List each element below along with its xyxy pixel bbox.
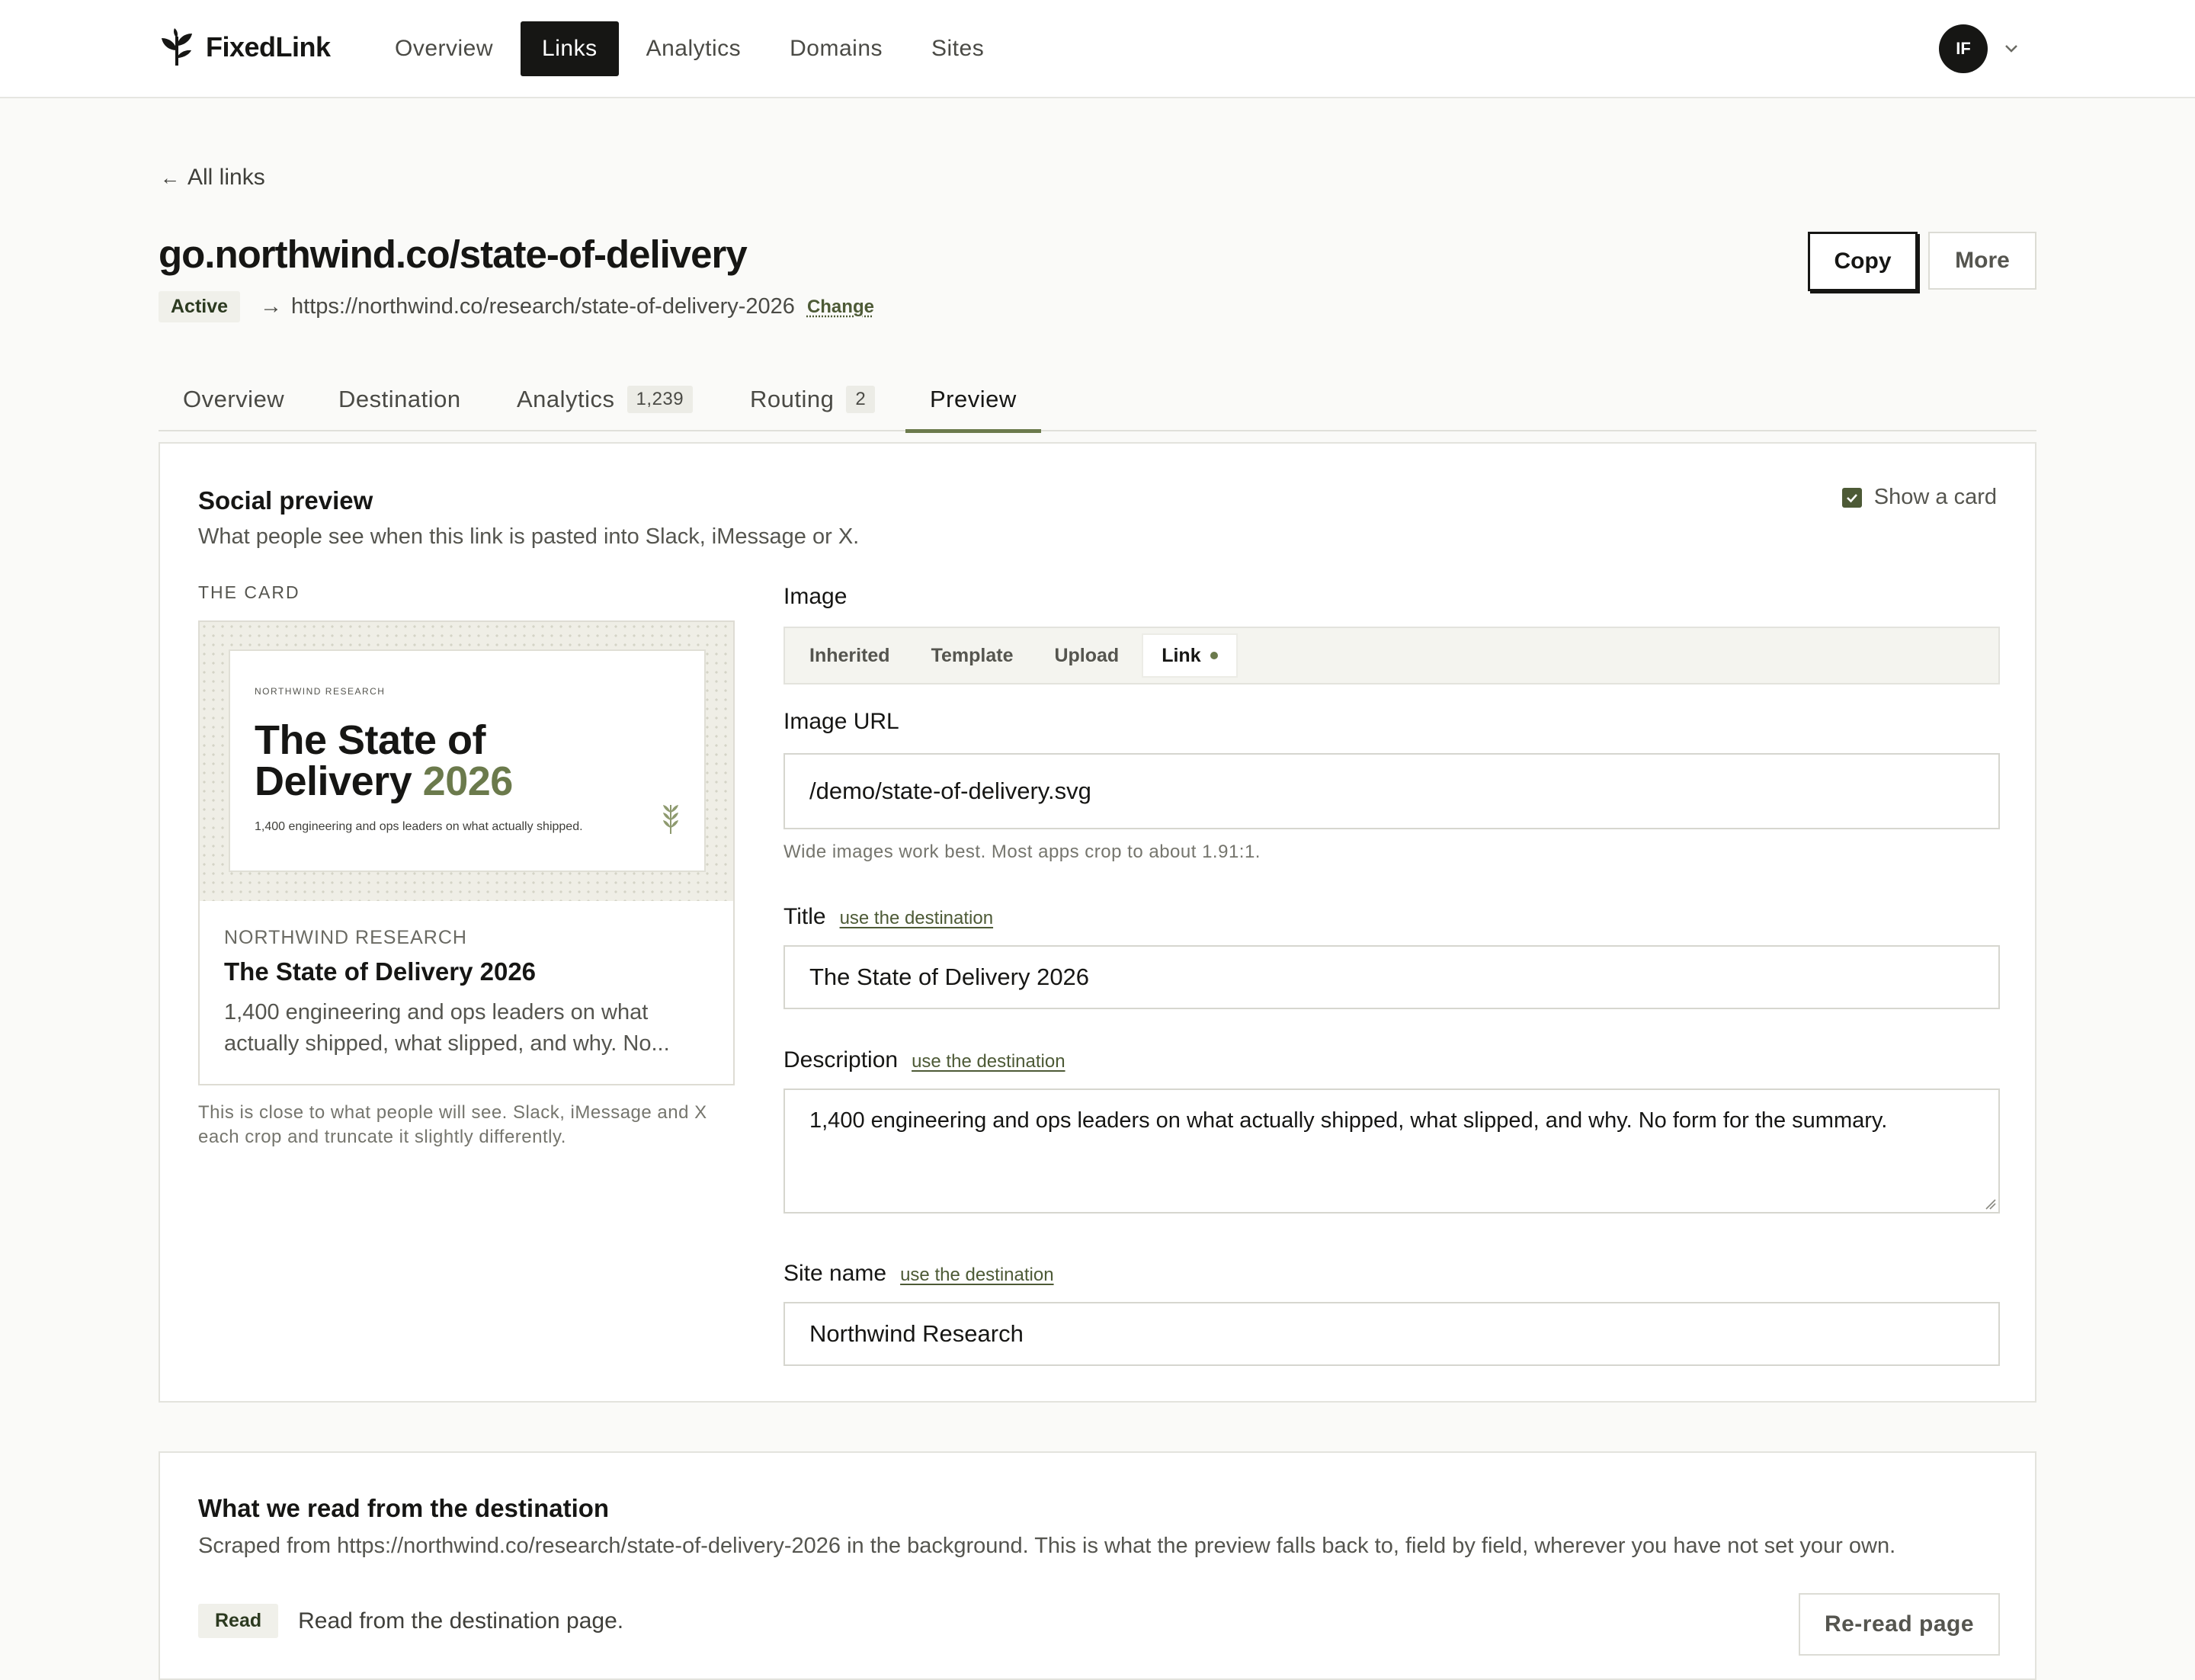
arrow-left-icon: ←: [160, 166, 180, 190]
description-textarea[interactable]: 1,400 engineering and ops leaders on wha…: [783, 1088, 2000, 1214]
image-source-inherited[interactable]: Inherited: [791, 633, 908, 678]
destination-url: https://northwind.co/research/state-of-d…: [291, 294, 795, 319]
copy-button[interactable]: Copy: [1808, 232, 1918, 291]
card-preview: NORTHWIND RESEARCH The State of Delivery…: [198, 620, 735, 1085]
title-input[interactable]: The State of Delivery 2026: [783, 945, 2000, 1009]
title-use-destination-link[interactable]: use the destination: [840, 908, 993, 929]
description-label-text: Description: [783, 1047, 898, 1073]
scrape-status-text: Read from the destination page.: [298, 1608, 623, 1634]
card-title: The State of Delivery 2026: [224, 957, 536, 986]
image-source-template[interactable]: Template: [913, 633, 1032, 678]
show-card-label: Show a card: [1874, 485, 1997, 510]
tab-label: Destination: [338, 386, 461, 413]
card-image-content: NORTHWIND RESEARCH The State of Delivery…: [229, 649, 706, 872]
back-link[interactable]: ← All links: [160, 165, 265, 191]
social-preview-panel: Social preview What people see when this…: [159, 442, 2036, 1403]
destination: → https://northwind.co/research/state-of…: [260, 294, 874, 319]
nav-overview[interactable]: Overview: [373, 21, 514, 76]
card-note: This is close to what people will see. S…: [198, 1101, 747, 1149]
checkbox-checked-icon[interactable]: [1842, 488, 1862, 508]
status-badge: Active: [159, 291, 240, 322]
arrow-right-icon: →: [260, 294, 282, 319]
image-source-selector: Inherited Template Upload Link: [783, 627, 2000, 685]
tab-destination[interactable]: Destination: [338, 367, 461, 431]
title-label: Title use the destination: [783, 904, 993, 930]
card-image-title: The State of Delivery 2026: [255, 720, 513, 802]
more-button[interactable]: More: [1928, 232, 2036, 290]
scraped-subtitle: Scraped from https://northwind.co/resear…: [198, 1534, 1895, 1559]
routing-count-badge: 2: [846, 386, 875, 413]
resize-handle-icon[interactable]: [1983, 1197, 1997, 1210]
card-image-title-line1: The State of: [255, 717, 485, 763]
active-dot-icon: [1210, 652, 1218, 659]
card-site-name: NORTHWIND RESEARCH: [224, 927, 467, 949]
panel-title: Social preview: [198, 486, 373, 515]
logo[interactable]: FixedLink: [160, 27, 331, 67]
tab-label: Analytics: [517, 386, 615, 413]
chevron-down-icon[interactable]: [2001, 38, 2021, 58]
image-source-link-label: Link: [1162, 645, 1200, 667]
card-section-label: THE CARD: [198, 582, 300, 603]
nav-links[interactable]: Links: [521, 21, 619, 76]
tab-label: Overview: [183, 386, 284, 413]
image-label-text: Image: [783, 584, 847, 610]
tab-label: Preview: [930, 386, 1017, 413]
main-nav: Overview Links Analytics Domains Sites: [373, 21, 1005, 76]
show-card-toggle[interactable]: Show a card: [1842, 485, 1997, 510]
image-label: Image: [783, 584, 847, 610]
card-image-subtitle: 1,400 engineering and ops leaders on wha…: [255, 820, 583, 834]
tab-overview[interactable]: Overview: [183, 367, 284, 431]
scrape-status-row: Read Read from the destination page.: [198, 1604, 623, 1638]
link-tabs: Overview Destination Analytics 1,239 Rou…: [159, 367, 2036, 431]
scrape-status-badge: Read: [198, 1604, 278, 1638]
site-name-use-destination-link[interactable]: use the destination: [900, 1265, 1053, 1286]
card-image-title-year: 2026: [423, 758, 513, 804]
image-source-link[interactable]: Link: [1142, 633, 1237, 678]
image-url-input[interactable]: /demo/state-of-delivery.svg: [783, 753, 2000, 829]
nav-domains[interactable]: Domains: [768, 21, 904, 76]
card-description: 1,400 engineering and ops leaders on wha…: [224, 997, 697, 1060]
wheat-icon: [660, 802, 681, 835]
card-image-kicker: NORTHWIND RESEARCH: [255, 686, 385, 697]
nav-analytics[interactable]: Analytics: [625, 21, 763, 76]
leaf-logo-icon: [160, 27, 194, 67]
image-url-label-text: Image URL: [783, 709, 899, 735]
analytics-count-badge: 1,239: [627, 386, 694, 413]
brand-name: FixedLink: [206, 31, 331, 63]
link-status-row: Active → https://northwind.co/research/s…: [159, 291, 874, 322]
nav-sites[interactable]: Sites: [910, 21, 1005, 76]
description-value: 1,400 engineering and ops leaders on wha…: [809, 1108, 1887, 1133]
back-link-label: All links: [187, 165, 265, 191]
change-destination-link[interactable]: Change: [807, 297, 874, 318]
image-hint: Wide images work best. Most apps crop to…: [783, 842, 1261, 863]
panel-subtitle: What people see when this link is pasted…: [198, 524, 859, 550]
site-name-input[interactable]: Northwind Research: [783, 1302, 2000, 1366]
site-name-label-text: Site name: [783, 1261, 886, 1287]
tab-routing[interactable]: Routing 2: [750, 367, 875, 431]
tab-analytics[interactable]: Analytics 1,239: [517, 367, 693, 431]
scraped-panel: What we read from the destination Scrape…: [159, 1451, 2036, 1680]
title-label-text: Title: [783, 904, 826, 930]
description-use-destination-link[interactable]: use the destination: [912, 1051, 1065, 1072]
image-source-upload[interactable]: Upload: [1036, 633, 1137, 678]
image-url-label: Image URL: [783, 709, 899, 735]
scraped-title: What we read from the destination: [198, 1494, 609, 1523]
card-image-title-line2: Delivery: [255, 758, 412, 804]
description-label: Description use the destination: [783, 1047, 1065, 1073]
avatar[interactable]: IF: [1939, 24, 1988, 73]
tab-preview[interactable]: Preview: [930, 367, 1017, 431]
tab-label: Routing: [750, 386, 834, 413]
site-name-label: Site name use the destination: [783, 1261, 1054, 1287]
top-bar: FixedLink Overview Links Analytics Domai…: [0, 0, 2195, 98]
card-image: NORTHWIND RESEARCH The State of Delivery…: [200, 622, 733, 901]
page-title: go.northwind.co/state-of-delivery: [159, 232, 747, 277]
